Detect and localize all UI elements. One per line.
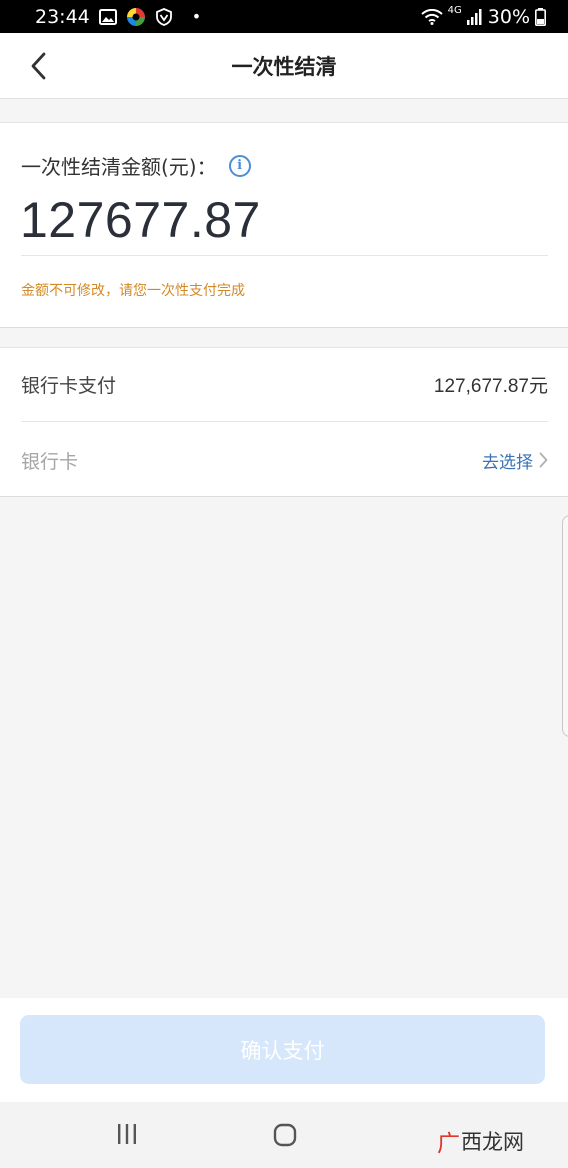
watermark-mark: 广 <box>437 1131 460 1157</box>
bank-card-row[interactable]: 银行卡 去选择 <box>21 423 548 497</box>
payment-method-amount: 127,677.87元 <box>433 376 548 397</box>
bank-card-label: 银行卡 <box>21 450 79 473</box>
image-icon <box>98 8 117 25</box>
amount-note: 金额不可修改，请您一次性支付完成 <box>21 283 245 299</box>
page-title: 一次性结清 <box>231 54 337 79</box>
watermark: 广 西龙网 <box>437 1124 524 1158</box>
select-label: 去选择 <box>482 452 533 473</box>
info-icon[interactable]: i <box>228 154 251 177</box>
app-badge-icon <box>126 7 146 27</box>
status-left: 23:44 • <box>35 6 201 28</box>
payment-method-label: 银行卡支付 <box>21 375 117 397</box>
notification-dot: • <box>191 7 202 26</box>
status-time: 23:44 <box>35 5 90 28</box>
battery-percent: 30% <box>487 5 530 28</box>
home-button[interactable] <box>272 1122 298 1152</box>
back-button[interactable] <box>22 50 54 82</box>
edge-panel-handle[interactable] <box>562 515 568 737</box>
divider <box>21 255 548 256</box>
payment-method-row: 银行卡支付 127,677.87元 <box>21 348 548 422</box>
chevron-right-icon <box>539 452 548 468</box>
amount-value: 127677.87 <box>20 192 261 248</box>
battery-icon <box>535 7 546 26</box>
footer-bar: 确认支付 <box>0 998 568 1102</box>
confirm-payment-button[interactable]: 确认支付 <box>20 1015 545 1084</box>
watermark-text: 西龙网 <box>461 1130 524 1154</box>
signal-icon <box>466 8 483 25</box>
select-bank-card-link[interactable]: 去选择 <box>482 448 548 473</box>
network-type: 4G <box>447 5 462 16</box>
home-icon <box>273 1123 297 1147</box>
amount-label-row: 一次性结清金额(元)： i <box>21 151 251 180</box>
amount-card: 一次性结清金额(元)： i 127677.87 金额不可修改，请您一次性支付完成 <box>0 122 568 328</box>
status-bar: 23:44 • 4G 30% <box>0 0 568 33</box>
recent-apps-icon <box>118 1124 136 1144</box>
payment-card: 银行卡支付 127,677.87元 银行卡 去选择 <box>0 347 568 497</box>
recent-apps-button[interactable] <box>114 1122 140 1150</box>
nav-bar: 一次性结清 <box>0 33 568 99</box>
chevron-left-icon <box>31 52 46 80</box>
shield-icon <box>155 7 173 26</box>
wifi-icon <box>420 8 443 25</box>
status-right: 4G 30% <box>420 5 546 28</box>
amount-label: 一次性结清金额(元)： <box>21 155 217 179</box>
